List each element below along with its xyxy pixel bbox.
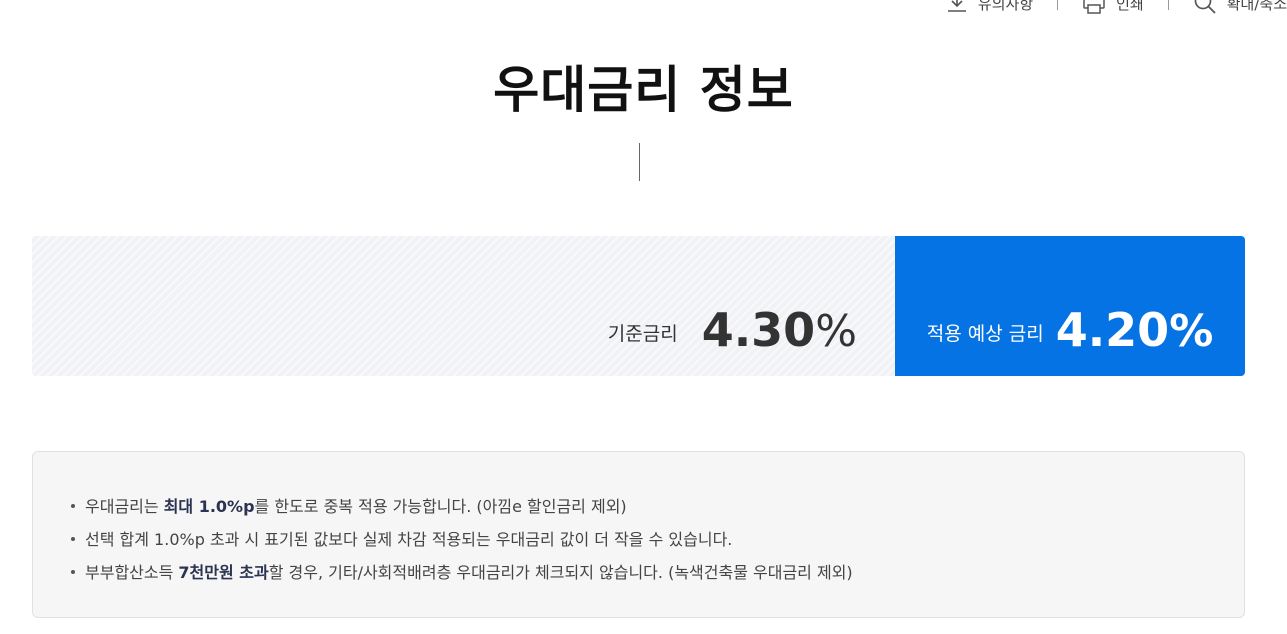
notice-text: 부부합산소득 (85, 563, 179, 582)
top-toolbar: 유의사항 인쇄 확대/축소 (946, 0, 1287, 16)
notice-text: 를 한도로 중복 적용 가능합니다. (아낌e 할인금리 제외) (254, 497, 627, 516)
page-title: 우대금리 정보 (493, 61, 794, 119)
applied-rate-number: 4.20 (1055, 303, 1170, 357)
download-icon (946, 0, 968, 14)
applied-rate-value: 4.20% (1056, 307, 1214, 354)
toolbar-print-button[interactable]: 인쇄 (1082, 0, 1144, 14)
notice-item: 우대금리는 최대 1.0%p를 한도로 중복 적용 가능합니다. (아낌e 할인… (69, 490, 1244, 523)
notice-text: 우대금리는 (85, 497, 164, 516)
toolbar-divider (1057, 0, 1059, 10)
toolbar-print-label: 인쇄 (1116, 0, 1144, 13)
base-rate-panel: 기준금리 4.30% (32, 236, 895, 376)
toolbar-notice-label: 유의사항 (977, 0, 1034, 13)
notice-box: 우대금리는 최대 1.0%p를 한도로 중복 적용 가능합니다. (아낌e 할인… (32, 451, 1245, 618)
applied-rate-label: 적용 예상 금리 (926, 323, 1044, 345)
base-rate-number: 4.30 (701, 303, 816, 357)
toolbar-zoom-label: 확대/축소 (1226, 0, 1287, 13)
notice-text: 선택 합계 1.0%p 초과 시 표기된 값보다 실제 차감 적용되는 우대금리… (85, 530, 733, 549)
toolbar-zoom-button[interactable]: 확대/축소 (1193, 0, 1287, 15)
base-rate-unit: % (815, 306, 857, 357)
base-rate-value: 4.30% (702, 307, 857, 354)
notice-item: 부부합산소득 7천만원 초과할 경우, 기타/사회적배려층 우대금리가 체크되지… (69, 556, 1244, 589)
notice-highlight: 최대 1.0%p (163, 497, 255, 516)
notice-item: 선택 합계 1.0%p 초과 시 표기된 값보다 실제 차감 적용되는 우대금리… (69, 523, 1244, 556)
printer-icon (1082, 0, 1106, 14)
toolbar-notice-button[interactable]: 유의사항 (946, 0, 1033, 14)
applied-rate-panel: 적용 예상 금리 4.20% (895, 236, 1245, 376)
applied-rate-unit: % (1169, 306, 1214, 357)
search-icon (1193, 0, 1217, 15)
base-rate-label: 기준금리 (607, 323, 678, 345)
title-divider (639, 143, 640, 181)
rate-summary: 기준금리 4.30% 적용 예상 금리 4.20% (32, 236, 1245, 376)
notice-text: 할 경우, 기타/사회적배려층 우대금리가 체크되지 않습니다. (녹색건축물 … (268, 563, 853, 582)
notice-highlight: 7천만원 초과 (178, 563, 269, 582)
toolbar-divider (1167, 0, 1169, 10)
